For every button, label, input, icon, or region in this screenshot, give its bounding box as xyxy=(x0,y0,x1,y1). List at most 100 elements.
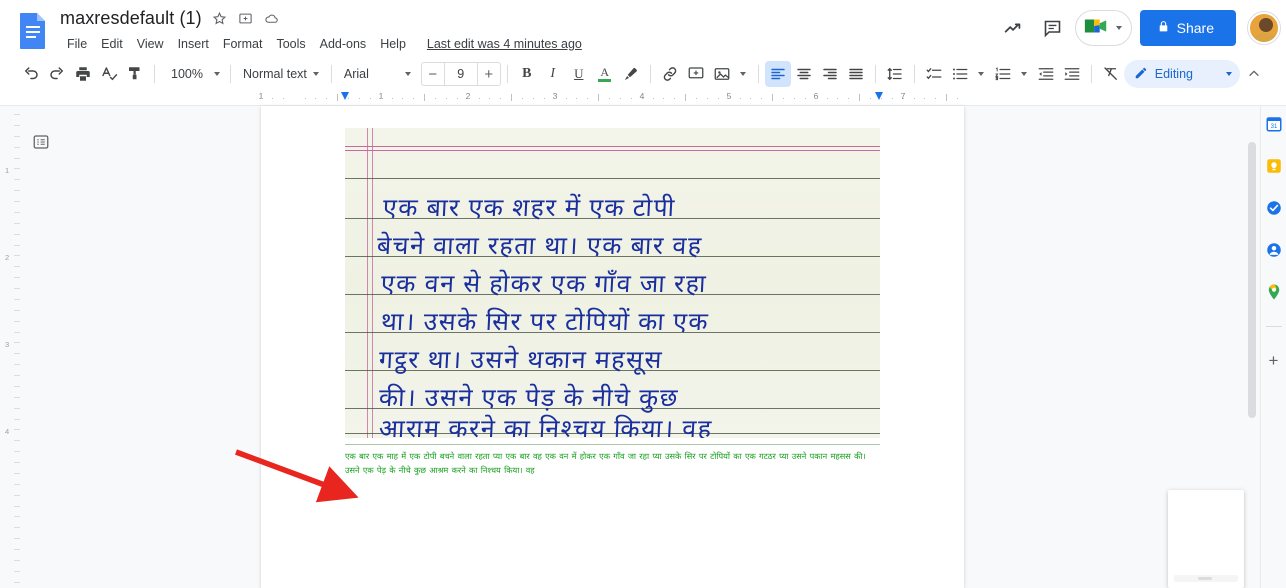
right-indent-marker[interactable] xyxy=(875,92,884,101)
redo-icon[interactable] xyxy=(44,61,70,87)
google-calendar-icon[interactable]: 31 xyxy=(1264,114,1284,134)
title-row: maxresdefault (1) xyxy=(60,8,280,29)
comment-history-icon[interactable] xyxy=(1035,10,1071,46)
document-title[interactable]: maxresdefault (1) xyxy=(60,8,202,29)
italic-button[interactable]: I xyxy=(540,61,566,87)
add-comment-icon[interactable] xyxy=(683,61,709,87)
ruler-track[interactable]: 1 1 2 3 4 5 6 7 xyxy=(259,90,964,106)
checklist-icon[interactable] xyxy=(921,61,947,87)
user-avatar[interactable] xyxy=(1248,12,1280,44)
clear-formatting-icon[interactable] xyxy=(1098,61,1124,87)
undo-icon[interactable] xyxy=(18,61,44,87)
menu-tools[interactable]: Tools xyxy=(269,35,312,53)
decrease-font-size-button[interactable]: − xyxy=(422,63,444,85)
add-addon-button[interactable]: + xyxy=(1264,351,1284,371)
vertical-scrollbar-thumb[interactable] xyxy=(1248,142,1256,418)
handwriting-line-6: की। उसने एक पेड़ के नीचे कुछ xyxy=(378,385,680,412)
font-size-stepper: − 9 + xyxy=(420,62,501,86)
decrease-indent-icon[interactable] xyxy=(1033,61,1059,87)
editing-mode-selector[interactable]: Editing xyxy=(1123,60,1240,88)
text-color-button[interactable]: A xyxy=(592,61,618,87)
increase-font-size-button[interactable]: + xyxy=(478,63,500,85)
document-outline-icon[interactable] xyxy=(30,131,52,153)
google-docs-logo-icon[interactable] xyxy=(18,12,48,50)
vertical-ruler-tick xyxy=(14,549,20,550)
align-center-button[interactable] xyxy=(791,61,817,87)
insert-image-icon[interactable] xyxy=(709,61,735,87)
ruler-number: 3 xyxy=(552,91,558,101)
handwriting-line-5: गट्ठर था। उसने थकान महसूस xyxy=(378,347,664,374)
toolbar-divider xyxy=(757,65,759,83)
align-left-button[interactable] xyxy=(764,61,791,87)
menu-add-ons[interactable]: Add-ons xyxy=(313,35,374,53)
menu-insert[interactable]: Insert xyxy=(171,35,216,53)
numbered-list-icon[interactable] xyxy=(990,61,1016,87)
activity-dashboard-icon[interactable] xyxy=(995,10,1031,46)
left-indent-marker[interactable] xyxy=(341,92,350,101)
vertical-ruler-tick xyxy=(14,310,20,311)
paint-format-icon[interactable] xyxy=(122,61,148,87)
handwriting-line-1: एक बार एक शहर में एक टोपी xyxy=(382,195,677,222)
menu-file[interactable]: File xyxy=(60,35,94,53)
increase-indent-icon[interactable] xyxy=(1059,61,1085,87)
cloud-saved-icon[interactable] xyxy=(263,10,280,27)
menu-help[interactable]: Help xyxy=(373,35,413,53)
google-maps-icon[interactable] xyxy=(1264,282,1284,302)
rail-divider xyxy=(1265,326,1282,327)
side-panel-rail: 31 + xyxy=(1260,106,1286,588)
move-to-folder-icon[interactable] xyxy=(237,10,254,27)
google-keep-icon[interactable] xyxy=(1264,156,1284,176)
align-justify-button[interactable] xyxy=(843,61,869,87)
google-contacts-icon[interactable] xyxy=(1264,240,1284,260)
collapse-toolbar-icon[interactable] xyxy=(1246,61,1262,87)
image-chevron-down-icon[interactable] xyxy=(739,72,746,76)
ruler-half-tick xyxy=(424,94,425,101)
paper-pink-line xyxy=(345,150,880,151)
star-icon[interactable] xyxy=(211,10,228,27)
underline-button[interactable]: U xyxy=(566,61,592,87)
vertical-ruler-tick xyxy=(14,582,20,583)
ruler-eighth-tick xyxy=(272,98,273,99)
ruler-eighth-tick xyxy=(707,98,708,99)
vertical-ruler-tick xyxy=(14,201,20,202)
line-spacing-icon[interactable] xyxy=(882,61,908,87)
svg-text:31: 31 xyxy=(1270,124,1277,130)
last-edit-link[interactable]: Last edit was 4 minutes ago xyxy=(427,37,582,51)
menu-view[interactable]: View xyxy=(130,35,171,53)
spellcheck-icon[interactable] xyxy=(96,61,122,87)
menu-format[interactable]: Format xyxy=(216,35,270,53)
google-meet-button[interactable] xyxy=(1074,10,1132,46)
floating-panel[interactable] xyxy=(1168,490,1244,588)
document-page[interactable]: एक बार एक शहर में एक टोपी बेचने वाला रहत… xyxy=(235,106,964,588)
ruler-number: 6 xyxy=(813,91,819,101)
horizontal-ruler[interactable]: 1 1 2 3 4 5 6 7 xyxy=(0,90,1286,106)
bulleted-list-icon[interactable] xyxy=(947,61,973,87)
zoom-value: 100% xyxy=(171,67,203,81)
vertical-ruler-tick xyxy=(14,419,20,420)
insert-link-icon[interactable] xyxy=(657,61,683,87)
vertical-ruler-tick xyxy=(14,223,20,224)
bulleted-list-chevron-down-icon[interactable] xyxy=(977,72,984,76)
font-chevron-down-icon[interactable] xyxy=(404,72,411,76)
bold-button[interactable]: B xyxy=(514,61,540,87)
ruler-eighth-tick xyxy=(642,98,643,99)
ruler-eighth-tick xyxy=(794,98,795,99)
meet-chevron-down-icon[interactable] xyxy=(1115,26,1122,30)
highlight-color-icon[interactable] xyxy=(618,61,644,87)
font-size-input[interactable]: 9 xyxy=(443,63,478,85)
print-icon[interactable] xyxy=(70,61,96,87)
zoom-selector[interactable]: 100% xyxy=(161,61,224,87)
share-button[interactable]: Share xyxy=(1139,10,1236,46)
numbered-list-chevron-down-icon[interactable] xyxy=(1020,72,1027,76)
vertical-ruler-tick xyxy=(14,342,20,343)
ruler-eighth-tick xyxy=(392,98,393,99)
inserted-image[interactable]: एक बार एक शहर में एक टोपी बेचने वाला रहत… xyxy=(345,128,880,438)
font-family-selector[interactable]: Arial xyxy=(338,61,400,87)
menu-edit[interactable]: Edit xyxy=(94,35,130,53)
google-tasks-icon[interactable] xyxy=(1264,198,1284,218)
vertical-ruler-tick xyxy=(14,245,20,246)
ocr-paragraph[interactable]: एक बार एक माह में एक टोपी बचने वाला रहता… xyxy=(345,450,880,478)
pencil-icon xyxy=(1134,66,1148,83)
align-right-button[interactable] xyxy=(817,61,843,87)
paragraph-style-selector[interactable]: Normal text xyxy=(237,61,325,87)
